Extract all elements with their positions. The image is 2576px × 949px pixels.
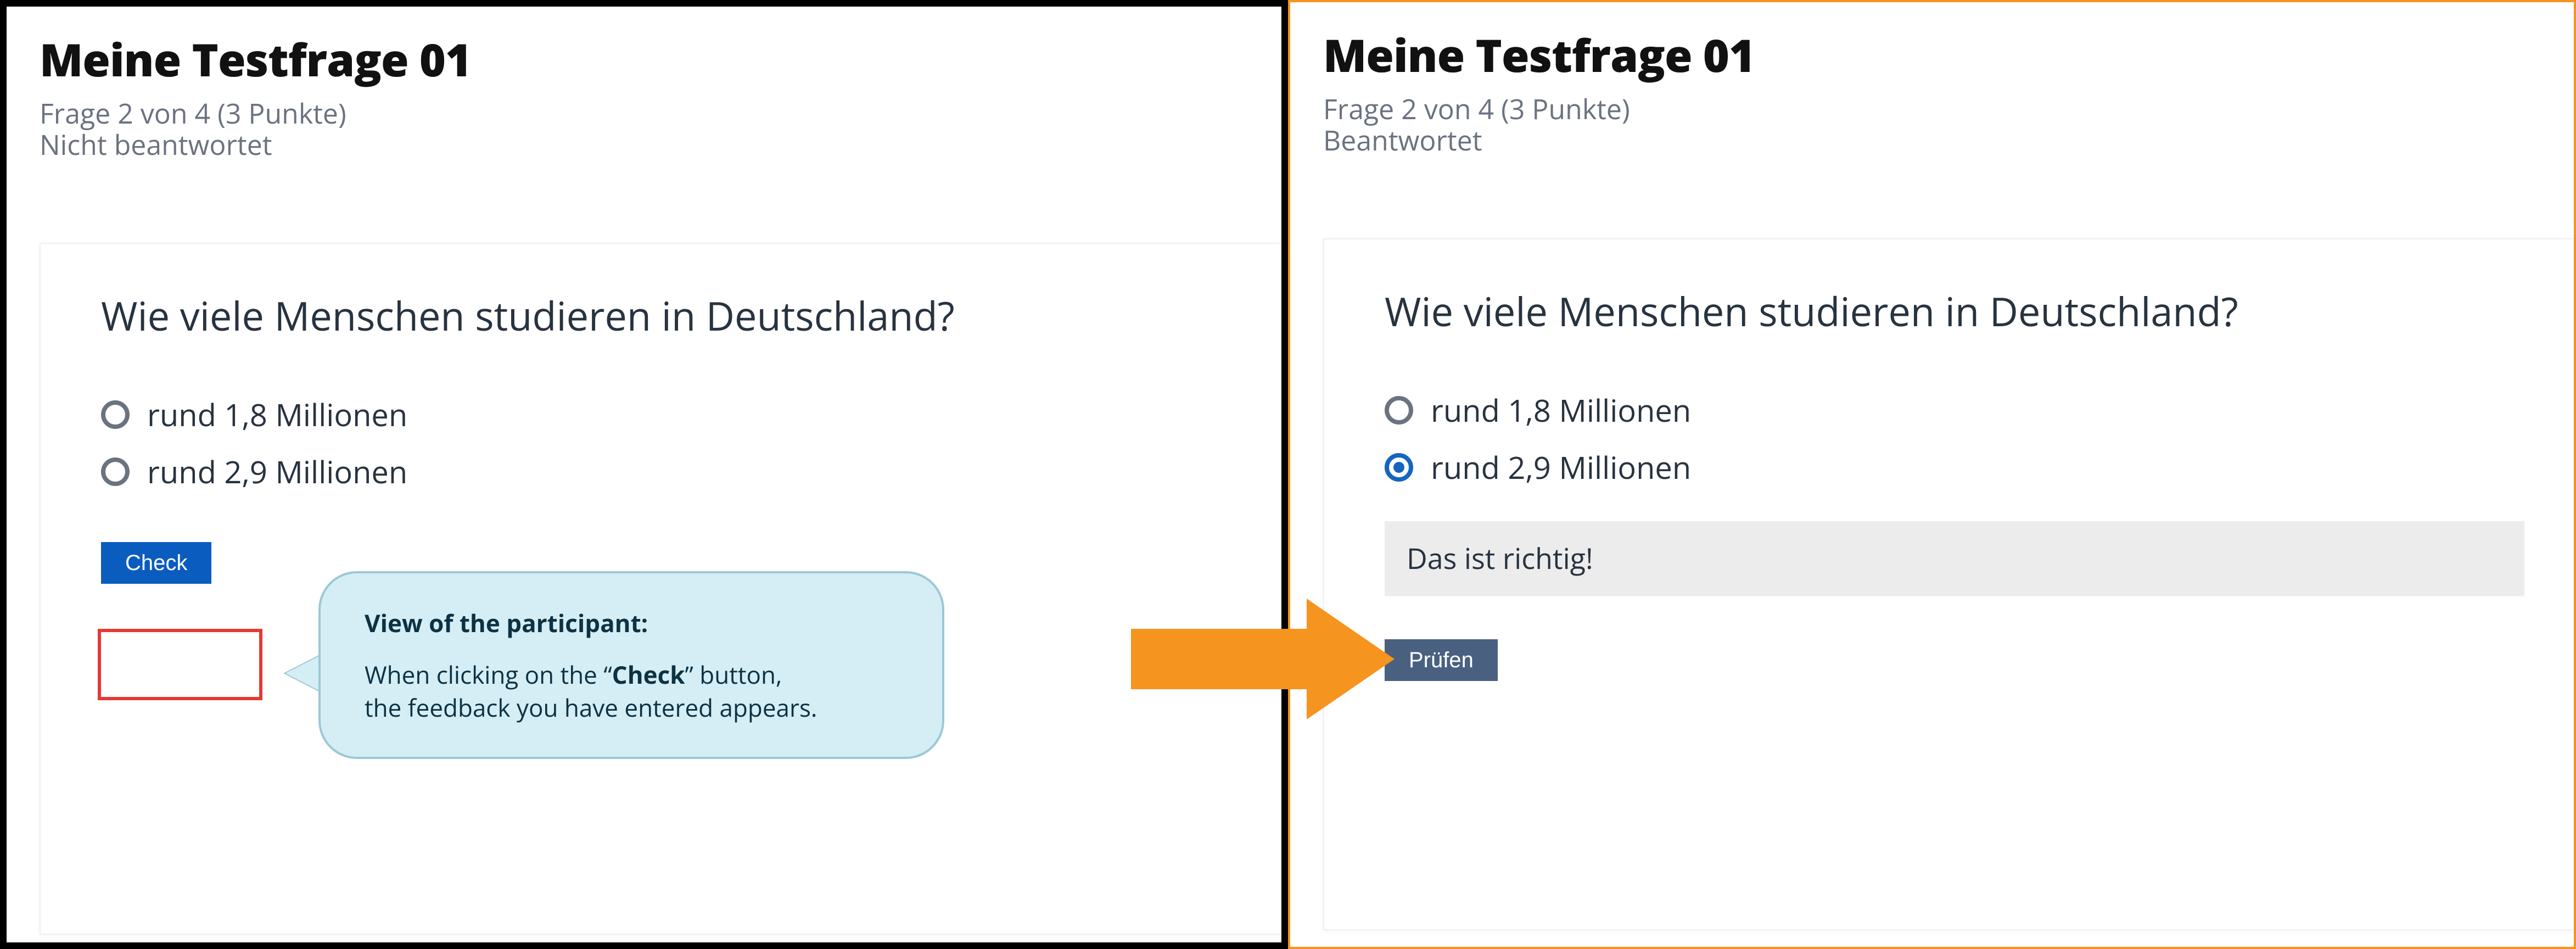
callout-line: When clicking on the “Check” button, xyxy=(365,658,898,691)
panel-after: Meine Testfrage 01 Frage 2 von 4 (3 Punk… xyxy=(1288,0,2576,949)
feedback-message: Das ist richtig! xyxy=(1385,521,2524,595)
question-status: Beantwortet xyxy=(1323,126,2541,155)
question-meta: Frage 2 von 4 (3 Punkte) Nicht beantwort… xyxy=(40,99,1248,159)
callout-heading: View of the participant: xyxy=(365,606,648,639)
question-progress: Frage 2 von 4 (3 Punkte) xyxy=(1323,94,2541,124)
radio-icon[interactable] xyxy=(1385,453,1413,482)
question-header: Meine Testfrage 01 Frage 2 von 4 (3 Punk… xyxy=(1290,2,2574,161)
explanation-callout: View of the participant: When clicking o… xyxy=(318,571,944,759)
callout-line: the feedback you have entered appears. xyxy=(365,691,898,724)
question-text: Wie viele Menschen studieren in Deutschl… xyxy=(1385,289,2524,334)
panel-before: Meine Testfrage 01 Frage 2 von 4 (3 Punk… xyxy=(0,0,1288,949)
option-row[interactable]: rund 1,8 Millionen xyxy=(101,394,1232,436)
option-label: rund 1,8 Millionen xyxy=(1431,389,1691,431)
question-meta: Frage 2 von 4 (3 Punkte) Beantwortet xyxy=(1323,94,2541,154)
question-status: Nicht beantwortet xyxy=(40,130,1248,159)
question-card: Wie viele Menschen studieren in Deutschl… xyxy=(1323,238,2574,930)
option-row[interactable]: rund 1,8 Millionen xyxy=(1385,389,2524,431)
question-title: Meine Testfrage 01 xyxy=(40,29,1248,90)
question-header: Meine Testfrage 01 Frage 2 von 4 (3 Punk… xyxy=(7,7,1281,165)
check-button[interactable]: Check xyxy=(101,542,211,584)
radio-icon[interactable] xyxy=(1385,396,1413,425)
transition-arrow-icon xyxy=(1131,599,1395,719)
question-title: Meine Testfrage 01 xyxy=(1323,24,2541,86)
radio-icon[interactable] xyxy=(101,400,130,429)
option-row[interactable]: rund 2,9 Millionen xyxy=(1385,446,2524,488)
question-progress: Frage 2 von 4 (3 Punkte) xyxy=(40,99,1248,128)
check-button[interactable]: Prüfen xyxy=(1385,639,1498,681)
option-label: rund 1,8 Millionen xyxy=(147,394,407,436)
question-text: Wie viele Menschen studieren in Deutschl… xyxy=(101,293,1232,339)
radio-icon[interactable] xyxy=(101,457,130,486)
option-label: rund 2,9 Millionen xyxy=(147,451,407,493)
option-label: rund 2,9 Millionen xyxy=(1431,446,1691,488)
option-row[interactable]: rund 2,9 Millionen xyxy=(101,451,1232,493)
